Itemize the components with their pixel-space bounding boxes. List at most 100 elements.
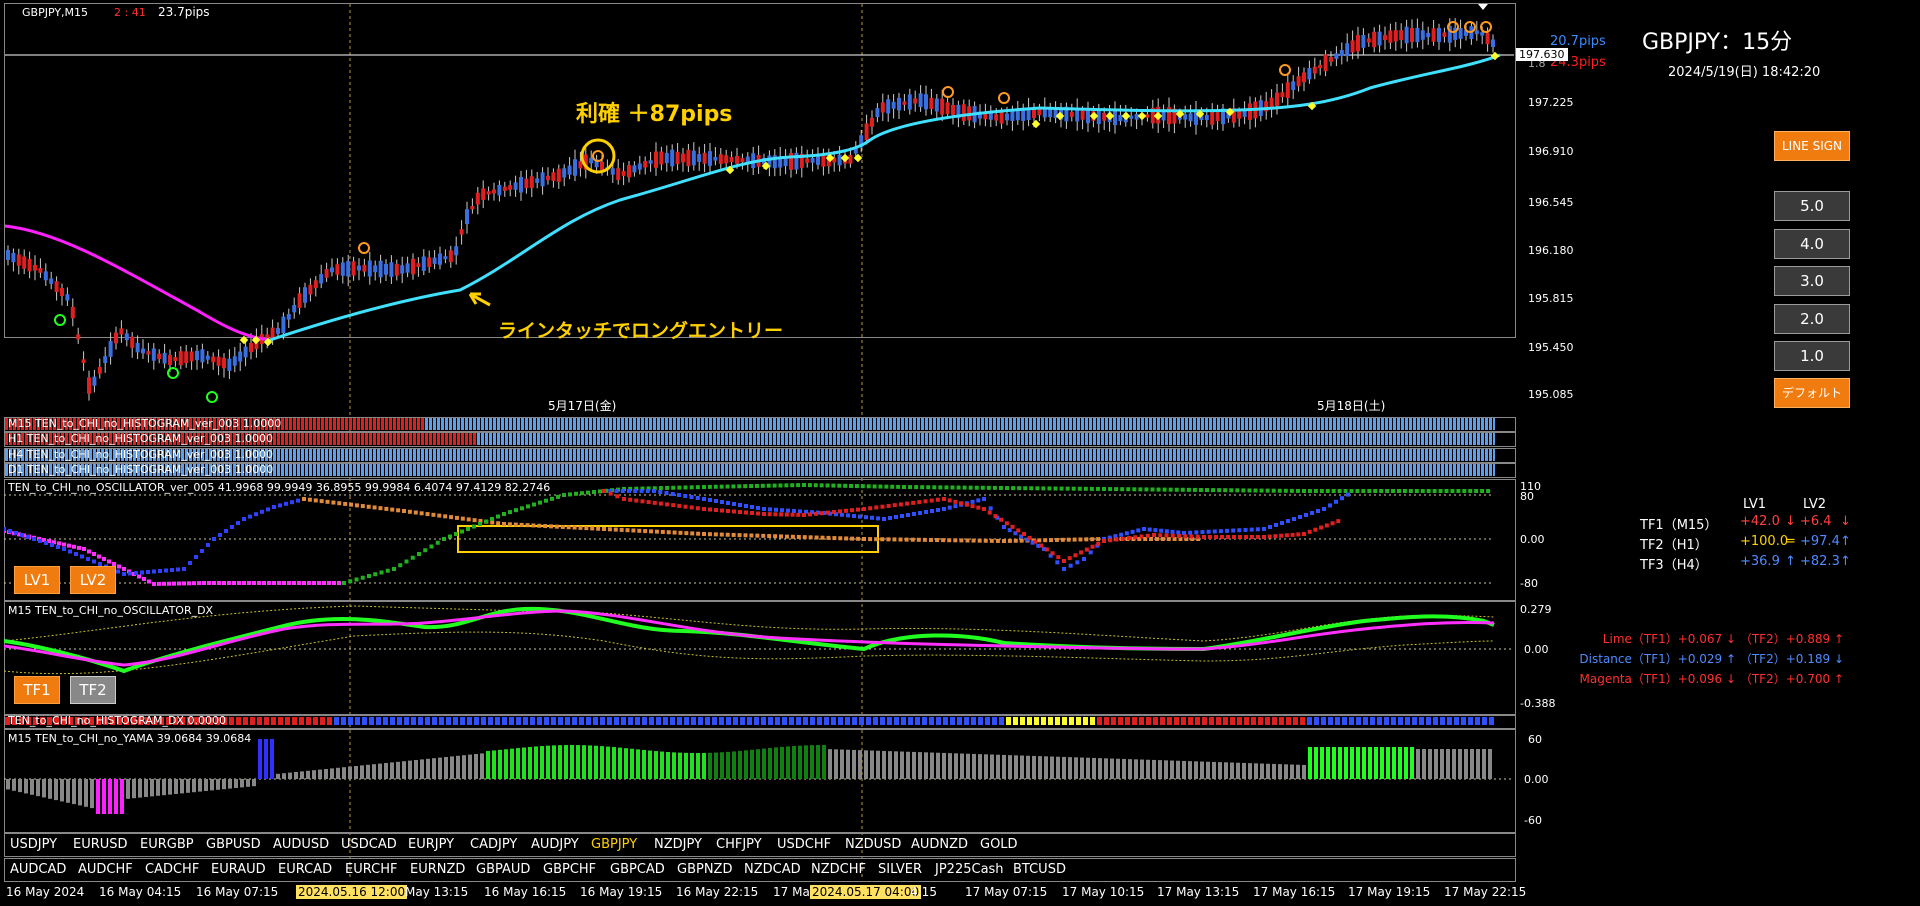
line-sign-button[interactable]: LINE SIGN	[1774, 131, 1850, 161]
symbol-button-gbpusd[interactable]: GBPUSD	[206, 837, 261, 852]
osc-dot	[1177, 534, 1181, 538]
osc-dot	[598, 489, 602, 494]
hist-dx-cell	[943, 717, 948, 725]
osc-dot	[838, 536, 843, 541]
symbol-button-nzdcad[interactable]: NZDCAD	[744, 862, 801, 877]
yama-bar	[1476, 749, 1480, 779]
yama-bar	[180, 779, 184, 794]
candle-body	[97, 367, 102, 374]
osc-dot	[792, 509, 796, 513]
osc-dot	[1325, 489, 1330, 493]
osc-dot	[773, 512, 778, 517]
candle-body	[238, 351, 243, 362]
osc-dot	[1164, 533, 1169, 538]
osc-row-lv1-arrow: =	[1785, 534, 1796, 549]
osc-dot	[917, 500, 922, 505]
osc-dot	[820, 535, 825, 540]
level-2-button[interactable]: 2.0	[1774, 304, 1850, 334]
symbol-button-eurjpy[interactable]: EURJPY	[408, 837, 454, 852]
symbol-button-btcusd[interactable]: BTCUSD	[1013, 862, 1066, 877]
lv1-button[interactable]: LV1	[14, 566, 60, 594]
symbol-button-usdcad[interactable]: USDCAD	[341, 837, 397, 852]
osc-dot	[1322, 507, 1326, 511]
hist-dx-cell	[1006, 717, 1011, 725]
hist-dx-cell	[803, 717, 808, 725]
yama-bar	[480, 753, 484, 779]
tf1-button[interactable]: TF1	[14, 676, 60, 704]
symbol-button-silver[interactable]: SILVER	[878, 862, 922, 877]
level-1-button[interactable]: 1.0	[1774, 341, 1850, 371]
symbol-button-audchf[interactable]: AUDCHF	[78, 862, 133, 877]
yama-bar	[162, 779, 166, 796]
yama-bar	[270, 739, 274, 779]
default-button[interactable]: デフォルト	[1774, 378, 1850, 408]
osc-dot	[1180, 487, 1185, 492]
symbol-button-audnzd[interactable]: AUDNZD	[911, 837, 968, 852]
osc-dot	[1004, 521, 1009, 526]
hist-dx-cell	[1314, 717, 1319, 725]
yama-bar	[852, 749, 856, 779]
osc-dot	[880, 504, 885, 509]
symbol-button-eurnzd[interactable]: EURNZD	[410, 862, 465, 877]
yama-bar	[426, 758, 430, 779]
symbol-button-gbpchf[interactable]: GBPCHF	[543, 862, 596, 877]
osc-dot	[218, 533, 222, 537]
osc-dot	[560, 524, 565, 529]
osc-dot	[856, 536, 861, 541]
osc-dot	[725, 532, 730, 537]
osc-dot	[167, 581, 171, 586]
osc-dot	[1244, 535, 1248, 539]
symbol-button-euraud[interactable]: EURAUD	[211, 862, 266, 877]
osc-dot	[1267, 534, 1272, 539]
osc-dot	[278, 503, 282, 508]
osc-row-lv1-value: +42.0	[1740, 514, 1780, 529]
yama-bar	[666, 751, 670, 779]
time-axis-label: 16 May 22:15	[676, 885, 759, 899]
buy-signal-marker	[167, 367, 179, 379]
osc-dot	[1273, 534, 1278, 539]
osc-dot	[1138, 487, 1143, 492]
yama-bar	[288, 772, 292, 779]
symbol-button-nzdchf[interactable]: NZDCHF	[811, 862, 866, 877]
hist-dx-cell	[782, 717, 787, 725]
symbol-button-cadchf[interactable]: CADCHF	[145, 862, 199, 877]
hist-dx-cell	[229, 717, 234, 725]
osc-dot	[342, 581, 346, 585]
symbol-button-eurcad[interactable]: EURCAD	[278, 862, 332, 877]
lv2-button[interactable]: LV2	[70, 566, 116, 594]
symbol-button-audjpy[interactable]: AUDJPY	[531, 837, 579, 852]
time-axis-label: 2024.05.16 12:00	[296, 885, 408, 899]
symbol-button-usdchf[interactable]: USDCHF	[777, 837, 831, 852]
symbol-button-audcad[interactable]: AUDCAD	[10, 862, 66, 877]
symbol-button-audusd[interactable]: AUDUSD	[273, 837, 329, 852]
osc-dot	[596, 526, 601, 531]
symbol-button-jp225cash[interactable]: JP225Cash	[935, 862, 1004, 877]
level-4-button[interactable]: 4.0	[1774, 229, 1850, 259]
yama-bar	[972, 753, 976, 779]
osc-dot	[1186, 487, 1191, 492]
symbol-button-gbpnzd[interactable]: GBPNZD	[677, 862, 732, 877]
level-3-button[interactable]: 3.0	[1774, 266, 1850, 296]
tf2-button[interactable]: TF2	[70, 676, 116, 704]
symbol-button-eurgbp[interactable]: EURGBP	[140, 837, 194, 852]
symbol-button-gbpjpy[interactable]: GBPJPY	[591, 837, 637, 852]
osc-dot	[702, 532, 706, 536]
yama-bar	[774, 747, 778, 779]
symbol-button-gbpaud[interactable]: GBPAUD	[476, 862, 530, 877]
yama-bar	[54, 779, 58, 801]
symbol-button-nzdusd[interactable]: NZDUSD	[845, 837, 901, 852]
osc-dot	[1247, 488, 1252, 493]
symbol-button-eurusd[interactable]: EURUSD	[73, 837, 128, 852]
osc-dot	[8, 529, 12, 533]
osc-dot	[1037, 538, 1042, 543]
level-5-button[interactable]: 5.0	[1774, 191, 1850, 221]
osc-dot	[976, 498, 981, 503]
symbol-button-usdjpy[interactable]: USDJPY	[10, 837, 57, 852]
osc-dot	[1013, 538, 1018, 543]
symbol-button-gold[interactable]: GOLD	[980, 837, 1018, 852]
symbol-button-eurchf[interactable]: EURCHF	[345, 862, 397, 877]
symbol-button-cadjpy[interactable]: CADJPY	[470, 837, 517, 852]
symbol-button-chfjpy[interactable]: CHFJPY	[716, 837, 762, 852]
symbol-button-nzdjpy[interactable]: NZDJPY	[654, 837, 702, 852]
symbol-button-gbpcad[interactable]: GBPCAD	[610, 862, 665, 877]
